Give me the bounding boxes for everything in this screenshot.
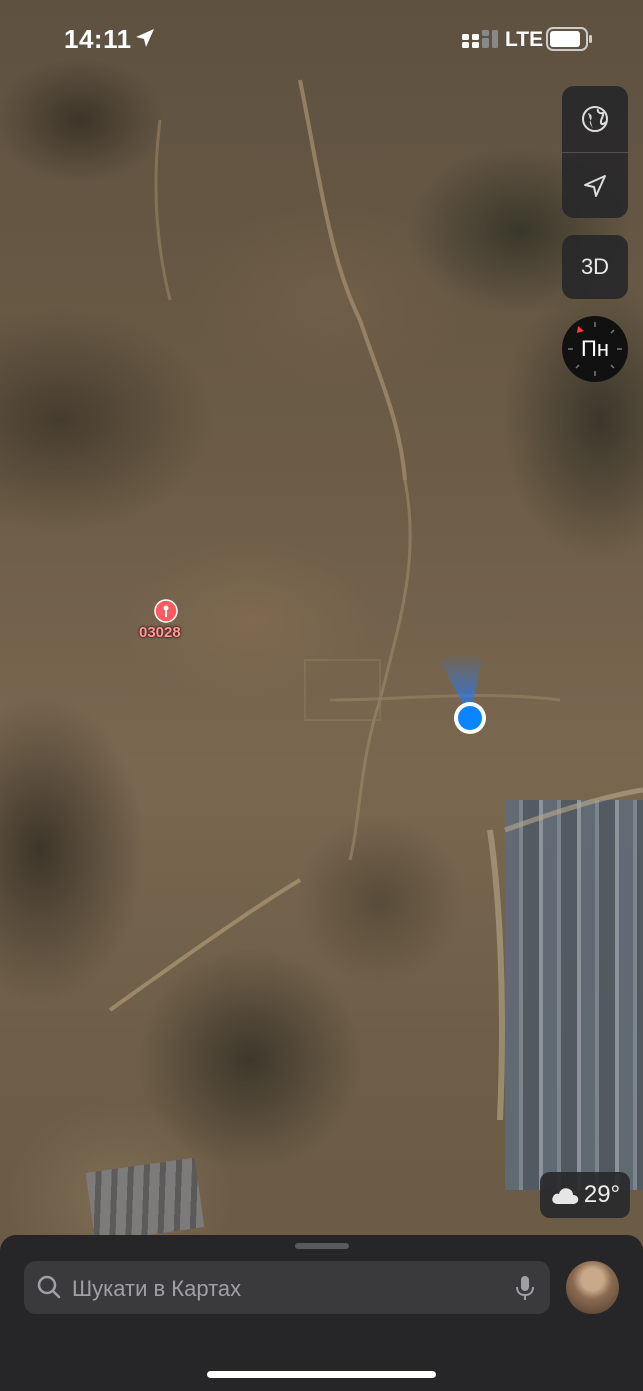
cloud-icon <box>552 1188 579 1204</box>
3d-view-button[interactable]: 3D <box>562 235 628 299</box>
microphone-icon[interactable] <box>514 1274 536 1302</box>
location-arrow-icon <box>584 175 606 197</box>
sheet-grabber[interactable] <box>295 1243 349 1249</box>
search-icon <box>37 1275 61 1299</box>
map-mode-button[interactable] <box>562 86 628 152</box>
cellular-signal-icon <box>462 30 498 48</box>
bottom-sheet[interactable] <box>0 1235 643 1391</box>
battery-icon <box>546 27 592 51</box>
weather-badge[interactable]: 29° <box>540 1172 630 1218</box>
clock: 14:11 <box>64 24 132 54</box>
home-indicator <box>207 1371 436 1378</box>
profile-avatar[interactable] <box>566 1261 619 1314</box>
locate-me-button[interactable] <box>562 153 628 218</box>
compass-label: Пн <box>581 336 609 361</box>
pin-label[interactable]: 03028 <box>139 624 181 641</box>
location-services-icon <box>136 29 154 47</box>
search-input[interactable] <box>70 1261 504 1316</box>
temperature: 29° <box>583 1181 621 1208</box>
compass-button[interactable]: Пн <box>562 316 628 382</box>
search-bar[interactable] <box>24 1261 550 1316</box>
network-type: LTE <box>505 28 544 51</box>
status-bar: 14:11 LTE <box>0 0 643 80</box>
map-controls <box>562 86 628 218</box>
globe-icon <box>582 106 608 132</box>
